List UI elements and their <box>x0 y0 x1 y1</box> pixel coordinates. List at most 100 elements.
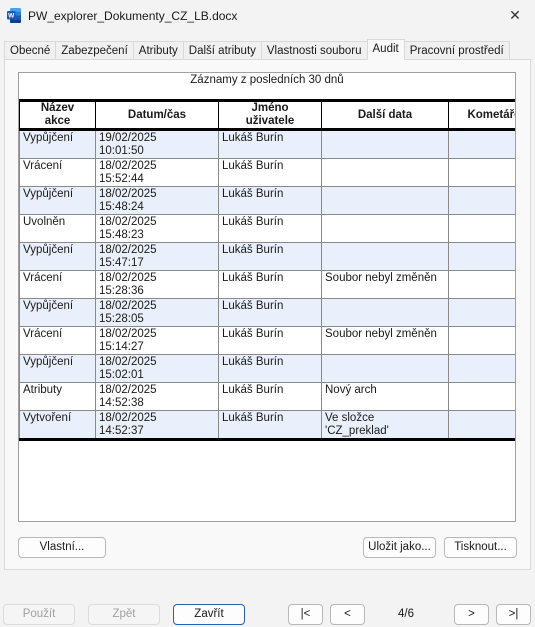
table-header-row: Název akce Datum/čas Jméno uživatele Další… <box>19 99 515 131</box>
header-extra[interactable]: Další data <box>321 99 449 131</box>
cell-comment <box>448 270 515 299</box>
cell-extra <box>321 242 449 271</box>
cell-user: Lukáš Burín <box>218 298 322 327</box>
table-row[interactable]: Vrácení 18/02/2025 15:28:36 Lukáš Burín Soub… <box>19 270 515 299</box>
cell-datetime: 18/02/2025 15:48:24 <box>95 186 219 215</box>
audit-table: Název akce Datum/čas Jméno uživatele Další… <box>19 99 515 441</box>
header-comments[interactable]: Kometáře <box>448 99 515 131</box>
tab-dalsi-atributy[interactable]: Další atributy <box>182 41 262 60</box>
back-button[interactable]: Zpět <box>88 604 160 625</box>
cell-extra: Soubor nebyl změněn <box>321 270 449 299</box>
table-row[interactable]: Vypůjčení 18/02/2025 15:02:01 Lukáš Burín <box>19 354 515 383</box>
cell-comment <box>448 382 515 411</box>
cell-extra <box>321 186 449 215</box>
cell-comment <box>448 242 515 271</box>
page-indicator: 4/6 <box>398 608 414 620</box>
word-icon: W <box>7 8 21 23</box>
cell-action: Vypůjčení <box>19 354 96 383</box>
cell-datetime: 18/02/2025 15:14:27 <box>95 326 219 355</box>
custom-button[interactable]: Vlastní... <box>18 537 106 558</box>
header-datetime[interactable]: Datum/čas <box>95 99 219 131</box>
cell-extra: Ve složce 'CZ_preklad' <box>321 410 449 441</box>
cell-user: Lukáš Burín <box>218 242 322 271</box>
cell-datetime: 18/02/2025 14:52:38 <box>95 382 219 411</box>
cell-extra: Nový arch <box>321 382 449 411</box>
table-row[interactable]: Vypůjčení 18/02/2025 15:47:17 Lukáš Burín <box>19 242 515 271</box>
cell-comment <box>448 410 515 441</box>
table-body: Vypůjčení 19/02/2025 10:01:50 Lukáš Burín Vr… <box>19 129 515 441</box>
cell-extra <box>321 354 449 383</box>
cell-datetime: 18/02/2025 15:28:05 <box>95 298 219 327</box>
tab-zabezpeceni[interactable]: Zabezpečení <box>55 41 134 60</box>
cell-comment <box>448 298 515 327</box>
header-action[interactable]: Název akce <box>19 99 96 131</box>
cell-extra <box>321 158 449 187</box>
cell-comment <box>448 214 515 243</box>
apply-button[interactable]: Použít <box>3 604 75 625</box>
cell-user: Lukáš Burín <box>218 410 322 441</box>
tab-obecne[interactable]: Obecné <box>4 41 57 60</box>
table-row[interactable]: Vypůjčení 19/02/2025 10:01:50 Lukáš Burín <box>19 129 515 159</box>
save-as-button[interactable]: Uložit jako... <box>363 537 436 558</box>
cell-comment <box>448 326 515 355</box>
cell-action: Vrácení <box>19 326 96 355</box>
cell-datetime: 18/02/2025 15:52:44 <box>95 158 219 187</box>
close-button[interactable]: Zavřít <box>173 604 245 625</box>
tab-vlastnosti-souboru[interactable]: Vlastnosti souboru <box>260 41 368 60</box>
cell-user: Lukáš Burín <box>218 186 322 215</box>
cell-user: Lukáš Burín <box>218 354 322 383</box>
cell-datetime: 18/02/2025 14:52:37 <box>95 410 219 441</box>
table-row[interactable]: Vytvoření 18/02/2025 14:52:37 Lukáš Burín Ve… <box>19 410 515 441</box>
cell-extra <box>321 214 449 243</box>
cell-comment <box>448 186 515 215</box>
table-row[interactable]: Uvolněn 18/02/2025 15:48:23 Lukáš Burín <box>19 214 515 243</box>
cell-user: Lukáš Burín <box>218 158 322 187</box>
cell-user: Lukáš Burín <box>218 382 322 411</box>
next-page-button[interactable]: > <box>454 604 489 625</box>
table-row[interactable]: Vypůjčení 18/02/2025 15:28:05 Lukáš Burín <box>19 298 515 327</box>
svg-text:W: W <box>8 13 15 20</box>
title-bar: W PW_explorer_Dokumenty_CZ_LB.docx ✕ <box>0 0 535 32</box>
tab-pracovni-prostredi[interactable]: Pracovní prostředí <box>403 41 510 60</box>
cell-datetime: 18/02/2025 15:28:36 <box>95 270 219 299</box>
cell-extra <box>321 129 449 159</box>
close-icon[interactable]: ✕ <box>495 0 535 30</box>
audit-table-frame[interactable]: Záznamy z posledních 30 dnů Název akce Da… <box>18 72 516 522</box>
print-button[interactable]: Tisknout... <box>444 537 517 558</box>
cell-extra <box>321 298 449 327</box>
cell-action: Vypůjčení <box>19 298 96 327</box>
table-row[interactable]: Atributy 18/02/2025 14:52:38 Lukáš Burín Nov… <box>19 382 515 411</box>
table-row[interactable]: Vypůjčení 18/02/2025 15:48:24 Lukáš Burín <box>19 186 515 215</box>
table-row[interactable]: Vrácení 18/02/2025 15:52:44 Lukáš Burín <box>19 158 515 187</box>
cell-action: Vrácení <box>19 270 96 299</box>
cell-action: Vypůjčení <box>19 129 96 159</box>
cell-action: Uvolněn <box>19 214 96 243</box>
tab-audit[interactable]: Audit <box>366 39 405 60</box>
prev-page-button[interactable]: < <box>330 604 365 625</box>
cell-datetime: 19/02/2025 10:01:50 <box>95 129 219 159</box>
cell-datetime: 18/02/2025 15:47:17 <box>95 242 219 271</box>
tab-atributy[interactable]: Atributy <box>132 41 184 60</box>
cell-user: Lukáš Burín <box>218 270 322 299</box>
cell-comment <box>448 158 515 187</box>
cell-comment <box>448 129 515 159</box>
cell-user: Lukáš Burín <box>218 129 322 159</box>
table-row[interactable]: Vrácení 18/02/2025 15:14:27 Lukáš Burín Soub… <box>19 326 515 355</box>
first-page-button[interactable]: |< <box>288 604 323 625</box>
cell-action: Vrácení <box>19 158 96 187</box>
cell-action: Atributy <box>19 382 96 411</box>
cell-comment <box>448 354 515 383</box>
cell-action: Vypůjčení <box>19 186 96 215</box>
cell-extra: Soubor nebyl změněn <box>321 326 449 355</box>
tab-strip: Obecné Zabezpečení Atributy Další atribu… <box>4 39 510 60</box>
cell-datetime: 18/02/2025 15:02:01 <box>95 354 219 383</box>
cell-action: Vytvoření <box>19 410 96 441</box>
cell-datetime: 18/02/2025 15:48:23 <box>95 214 219 243</box>
last-page-button[interactable]: >| <box>496 604 531 625</box>
header-user[interactable]: Jméno uživatele <box>218 99 322 131</box>
cell-action: Vypůjčení <box>19 242 96 271</box>
window-title: PW_explorer_Dokumenty_CZ_LB.docx <box>28 9 238 23</box>
cell-user: Lukáš Burín <box>218 326 322 355</box>
table-caption: Záznamy z posledních 30 dnů <box>190 74 344 86</box>
cell-user: Lukáš Burín <box>218 214 322 243</box>
